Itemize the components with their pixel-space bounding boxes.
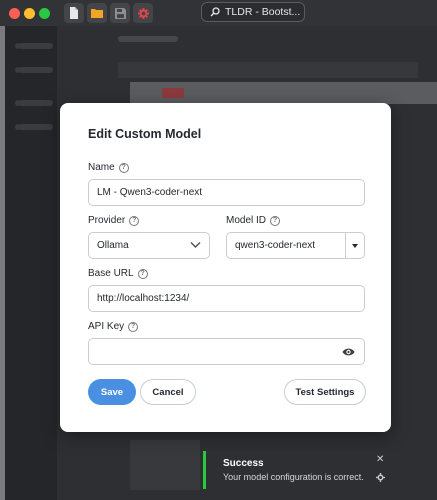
search-icon xyxy=(210,7,220,17)
name-input[interactable]: LM - Qwen3-coder-next xyxy=(88,179,365,206)
base-url-label-row: Base URL ? xyxy=(88,268,148,279)
model-id-label: Model ID xyxy=(226,215,267,226)
gear-icon xyxy=(137,7,149,19)
open-folder-button[interactable] xyxy=(87,3,107,23)
base-url-label: Base URL xyxy=(88,268,134,279)
api-key-input[interactable] xyxy=(88,338,365,365)
model-id-label-row: Model ID ? xyxy=(226,215,281,226)
provider-select-value: Ollama xyxy=(97,240,129,251)
base-url-input[interactable]: http://localhost:1234/ xyxy=(88,285,365,312)
success-toast: Success Your model configuration is corr… xyxy=(203,451,389,489)
provider-label-row: Provider ? xyxy=(88,215,140,226)
name-help-icon[interactable]: ? xyxy=(118,162,129,173)
window-search-text: TLDR - Bootst... xyxy=(225,6,301,18)
cancel-button[interactable]: Cancel xyxy=(140,379,196,405)
title-bar: TLDR - Bootst... xyxy=(0,0,437,26)
zoom-window-button[interactable] xyxy=(39,8,50,19)
folder-icon xyxy=(91,9,103,18)
eye-icon[interactable] xyxy=(342,347,355,357)
dialog-title: Edit Custom Model xyxy=(88,127,202,141)
background-content xyxy=(130,440,200,490)
provider-label: Provider xyxy=(88,215,126,226)
close-window-button[interactable] xyxy=(9,8,20,19)
base-url-help-icon[interactable]: ? xyxy=(137,268,148,279)
edit-custom-model-dialog: Edit Custom Model Name ? LM - Qwen3-code… xyxy=(60,103,391,432)
new-file-icon xyxy=(70,7,78,19)
background-sidebar xyxy=(5,26,57,500)
api-key-label-row: API Key ? xyxy=(88,321,139,332)
name-input-value: LM - Qwen3-coder-next xyxy=(97,187,203,198)
gear-icon[interactable] xyxy=(376,473,385,482)
caret-down-icon[interactable] xyxy=(352,244,358,248)
save-icon xyxy=(114,7,126,19)
model-id-help-icon[interactable]: ? xyxy=(270,215,281,226)
base-url-value: http://localhost:1234/ xyxy=(97,293,190,304)
minimize-window-button[interactable] xyxy=(24,8,35,19)
toast-title: Success xyxy=(223,458,264,469)
test-settings-button[interactable]: Test Settings xyxy=(284,379,366,405)
background-toolbar xyxy=(118,62,418,78)
save-file-button[interactable] xyxy=(110,3,130,23)
name-label: Name xyxy=(88,162,115,173)
model-id-divider xyxy=(345,233,346,258)
window-search-field[interactable]: TLDR - Bootst... xyxy=(201,2,305,22)
settings-button[interactable] xyxy=(133,3,153,23)
background-heading xyxy=(118,36,178,42)
new-file-button[interactable] xyxy=(64,3,84,23)
close-icon[interactable]: ✕ xyxy=(376,455,384,465)
chevron-down-icon xyxy=(190,241,201,249)
api-key-label: API Key xyxy=(88,321,125,332)
provider-select[interactable]: Ollama xyxy=(88,232,210,259)
save-button[interactable]: Save xyxy=(88,379,136,405)
toast-message: Your model configuration is correct. xyxy=(223,472,364,482)
name-label-row: Name ? xyxy=(88,162,129,173)
model-id-combobox[interactable]: qwen3-coder-next xyxy=(226,232,365,259)
model-id-value: qwen3-coder-next xyxy=(235,240,316,251)
api-key-help-icon[interactable]: ? xyxy=(128,321,139,332)
background-banner-badge xyxy=(162,88,184,98)
provider-help-icon[interactable]: ? xyxy=(129,215,140,226)
